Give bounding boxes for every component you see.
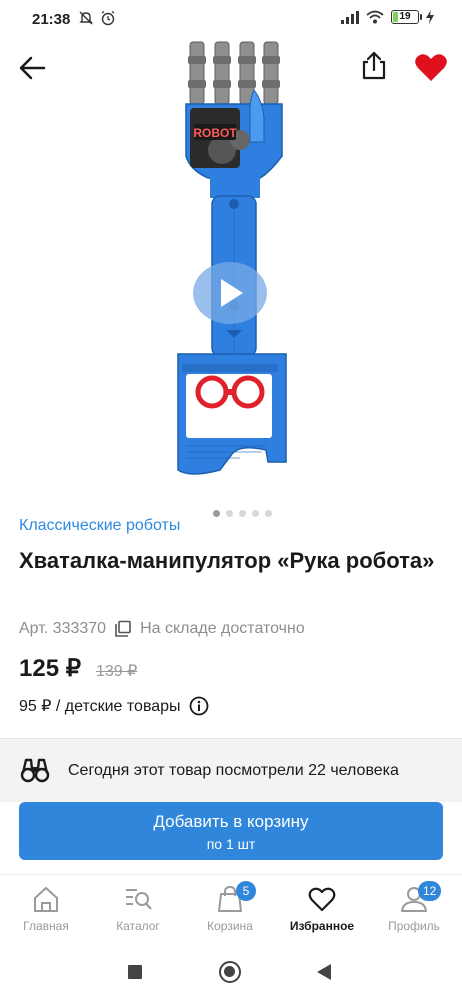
- copy-icon[interactable]: [114, 620, 132, 638]
- article-number: Арт. 333370: [19, 620, 107, 637]
- tab-label: Профиль: [388, 919, 440, 933]
- bottom-tab-bar: Главная Каталог 5 Корзина Избранное 12 П…: [0, 874, 462, 946]
- unit-price: 95 ₽ / детские товары: [19, 698, 181, 715]
- alarm-icon: [101, 10, 115, 26]
- cart-badge: 5: [236, 881, 256, 901]
- stock-status: На складе достаточно: [140, 620, 305, 637]
- unit-price-row: 95 ₽ / детские товары: [19, 696, 209, 716]
- battery-indicator: 19: [391, 10, 422, 24]
- signal-icon: [341, 11, 359, 24]
- gallery-dot[interactable]: [252, 510, 259, 517]
- wifi-icon: [366, 10, 384, 24]
- favorite-button[interactable]: [412, 48, 450, 86]
- profile-badge: 12: [418, 881, 442, 901]
- binoculars-icon: [20, 758, 50, 783]
- tab-label: Избранное: [289, 919, 355, 933]
- tab-catalog[interactable]: Каталог: [92, 885, 184, 933]
- add-to-cart-button[interactable]: Добавить в корзину по 1 шт: [19, 802, 443, 860]
- add-to-cart-label: Добавить в корзину: [153, 812, 309, 831]
- back-button[interactable]: [14, 50, 50, 86]
- charging-icon: [426, 10, 434, 24]
- tab-cart[interactable]: 5 Корзина: [184, 881, 276, 933]
- status-bar: 21:38 19: [0, 0, 462, 40]
- gallery-pagination: [213, 510, 272, 517]
- top-app-bar: [0, 40, 462, 96]
- bell-off-icon: [79, 11, 93, 25]
- product-image: ROBOT: [177, 41, 287, 475]
- arrow-left-icon: [19, 56, 46, 80]
- status-time: 21:38: [32, 11, 71, 28]
- system-nav-bar: [0, 946, 462, 1000]
- recent-apps-button[interactable]: [128, 965, 142, 979]
- robot-label: ROBOT: [193, 126, 237, 140]
- tab-home[interactable]: Главная: [0, 885, 92, 933]
- catalog-search-icon: [126, 889, 152, 910]
- product-category-link[interactable]: Классические роботы: [19, 517, 180, 535]
- status-right-icons: 19: [341, 10, 434, 24]
- battery-level: 19: [399, 11, 411, 22]
- product-gallery[interactable]: ROBOT: [0, 30, 462, 517]
- status-left-icons: [78, 10, 116, 26]
- old-price: 139 ₽: [95, 663, 138, 680]
- tab-favorites[interactable]: Избранное: [276, 885, 368, 933]
- article-row: Арт. 333370 На складе достаточно: [19, 620, 305, 638]
- share-icon: [362, 51, 386, 80]
- add-to-cart-quantity: по 1 шт: [206, 836, 256, 852]
- product-title: Хваталка-манипулятор «Рука робота»: [19, 548, 435, 573]
- tab-label: Каталог: [116, 919, 160, 933]
- system-back-button[interactable]: [317, 964, 331, 980]
- gallery-dot[interactable]: [265, 510, 272, 517]
- info-icon[interactable]: [189, 696, 209, 716]
- price: 125 ₽: [19, 655, 81, 682]
- tab-profile[interactable]: 12 Профиль: [368, 881, 460, 933]
- gallery-dot[interactable]: [239, 510, 246, 517]
- heart-icon: [308, 887, 336, 912]
- home-button[interactable]: [219, 961, 241, 983]
- gallery-dot[interactable]: [213, 510, 220, 517]
- home-icon: [34, 887, 58, 912]
- tab-label: Корзина: [207, 919, 253, 933]
- share-button[interactable]: [356, 48, 392, 84]
- tab-label: Главная: [23, 919, 69, 933]
- views-banner: Сегодня этот товар посмотрели 22 человек…: [0, 738, 462, 802]
- price-row: 125 ₽ 139 ₽: [19, 654, 137, 683]
- gallery-dot[interactable]: [226, 510, 233, 517]
- video-play-button[interactable]: [193, 262, 267, 324]
- heart-filled-icon: [415, 54, 447, 81]
- views-text: Сегодня этот товар посмотрели 22 человек…: [68, 762, 399, 779]
